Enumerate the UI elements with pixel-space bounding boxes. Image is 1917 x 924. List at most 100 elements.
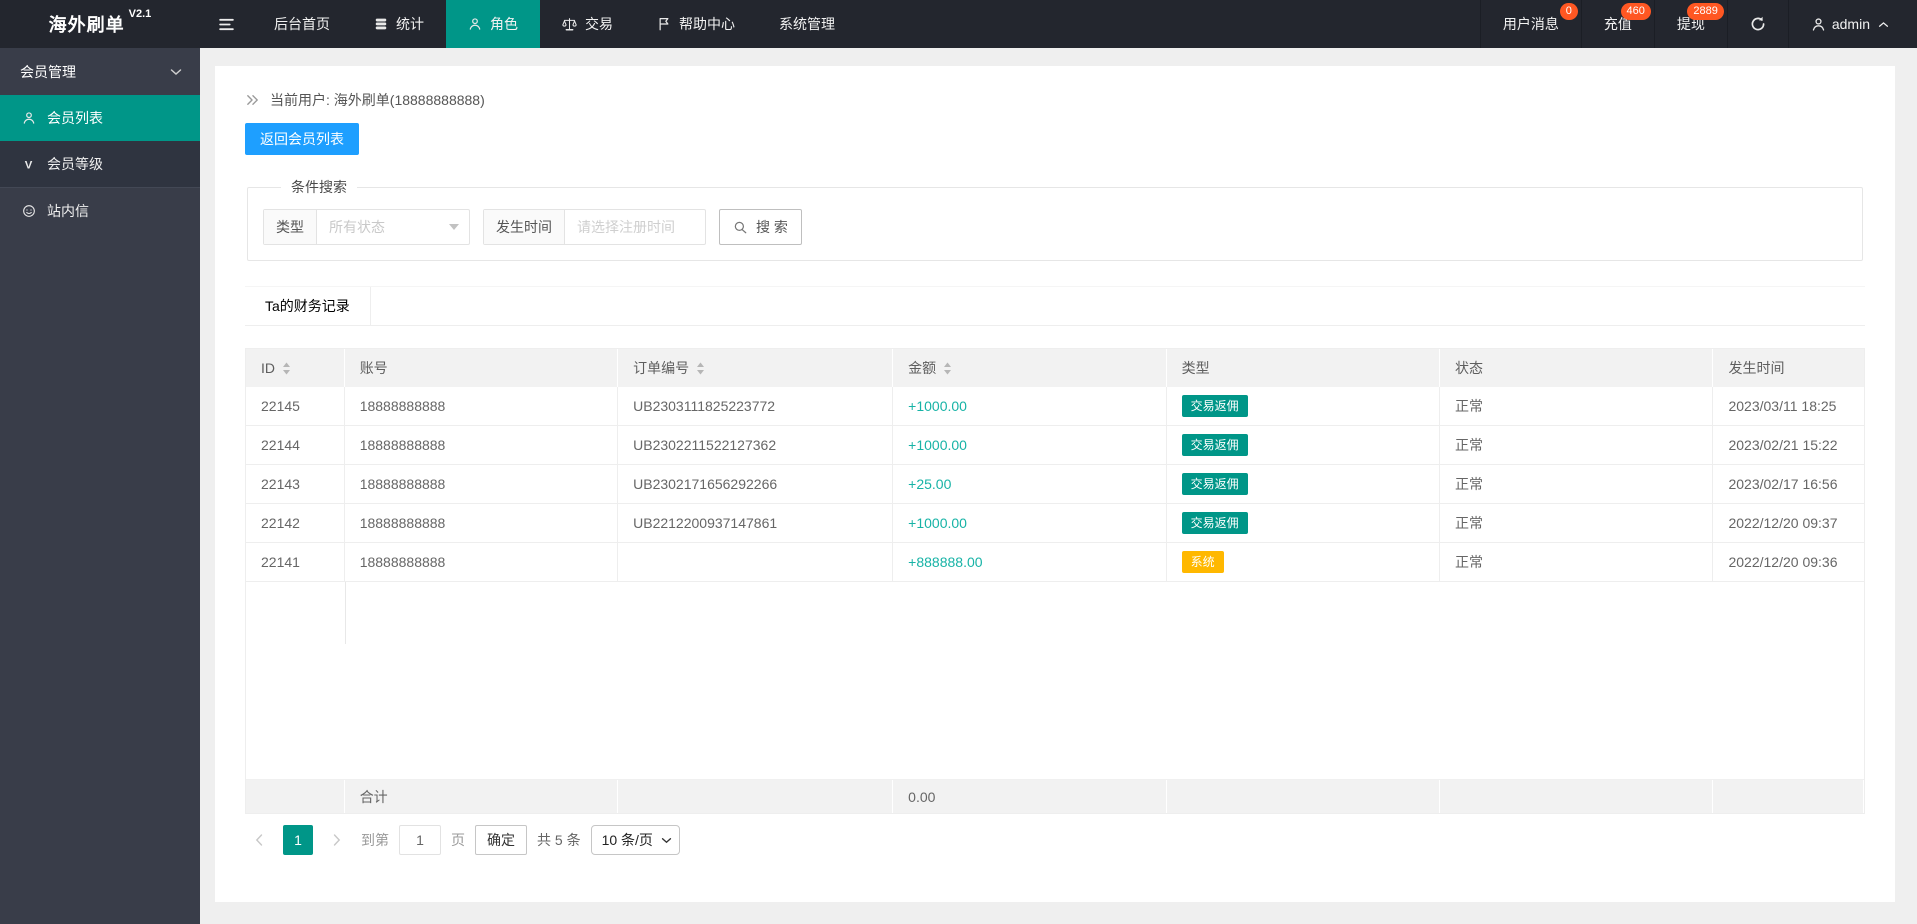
- time-filter-input[interactable]: [565, 210, 705, 244]
- topnav-items: 后台首页 统计 角色 交易 帮助中心 系统管理: [252, 0, 857, 48]
- topnav-right-item-用户消息[interactable]: 用户消息 0: [1479, 0, 1581, 48]
- content-card: 当前用户: 海外刷单(18888888888) 返回会员列表 条件搜索 类型 所…: [215, 66, 1895, 902]
- cell-amount: +1000.00: [893, 387, 1167, 425]
- time-filter-group: 发生时间: [483, 209, 706, 245]
- column-header-ID[interactable]: ID: [246, 349, 345, 387]
- cell-id: 22141: [246, 543, 345, 581]
- cell-time: 2022/12/20 09:37: [1728, 515, 1838, 531]
- cell-account: 18888888888: [345, 387, 619, 425]
- table-row: 22141 18888888888 +888888.00 系统 正常 2022/12/20…: [246, 543, 1864, 582]
- type-badge: 系统: [1181, 551, 1224, 573]
- column-header-金额[interactable]: 金额: [893, 349, 1167, 387]
- next-page-button[interactable]: [323, 825, 351, 855]
- total-count-label: 共 5 条: [537, 832, 581, 848]
- sidebar-item-label: 会员列表: [47, 110, 103, 126]
- topnav-right: 用户消息 0 充值 460 提现 2889 admin: [1479, 0, 1917, 48]
- svg-text:V: V: [25, 159, 33, 170]
- cell-type: 交易返佣: [1167, 504, 1441, 542]
- double-chevron-icon: [245, 94, 260, 106]
- cell-account: 18888888888: [345, 465, 619, 503]
- goto-page-input[interactable]: [399, 825, 441, 855]
- column-header-订单编号[interactable]: 订单编号: [618, 349, 894, 387]
- table-header: ID 账号 订单编号 金额 类型 状态 发生时间: [246, 349, 1864, 387]
- time-filter-label: 发生时间: [484, 210, 565, 244]
- cell-id: 22142: [246, 504, 345, 542]
- topnav-item-统计[interactable]: 统计: [352, 0, 446, 48]
- topnav-right-item-提现[interactable]: 提现 2889: [1653, 0, 1727, 48]
- topnav-item-角色[interactable]: 角色: [446, 0, 540, 48]
- topnav-right-item-充值[interactable]: 充值 460: [1580, 0, 1654, 48]
- chevron-down-icon: [661, 837, 672, 844]
- cell-order-no: [618, 543, 894, 581]
- cell-time: 2023/03/11 18:25: [1728, 398, 1837, 414]
- refresh-button[interactable]: [1726, 0, 1788, 48]
- cell-status: 正常: [1440, 543, 1714, 581]
- topnav-item-label: 统计: [396, 16, 424, 32]
- table-row: 22142 18888888888 UB2212200937147861 +1000.…: [246, 504, 1864, 543]
- sidebar-item-会员等级[interactable]: V 会员等级: [0, 141, 200, 187]
- topnav-item-label: 后台首页: [274, 16, 330, 32]
- topnav-item-系统管理[interactable]: 系统管理: [757, 0, 857, 48]
- cell-type: 交易返佣: [1167, 387, 1441, 425]
- menu-toggle-button[interactable]: [200, 0, 252, 48]
- prev-page-button[interactable]: [245, 825, 273, 855]
- column-header-label: 账号: [359, 360, 388, 376]
- sort-icon[interactable]: [696, 362, 705, 375]
- cell-order-no: UB2302171656292266: [618, 465, 894, 503]
- cell-type: 交易返佣: [1167, 426, 1441, 464]
- topnav-item-后台首页[interactable]: 后台首页: [252, 0, 352, 48]
- sort-icon[interactable]: [282, 362, 291, 375]
- type-badge: 交易返佣: [1181, 512, 1248, 534]
- cell-status: 正常: [1440, 504, 1714, 542]
- notification-badge: 0: [1559, 3, 1578, 20]
- search-legend: 条件搜索: [291, 179, 347, 195]
- page-size-value: 10 条/页: [601, 832, 653, 848]
- search-button[interactable]: 搜 索: [719, 209, 802, 245]
- type-badge: 交易返佣: [1181, 473, 1248, 495]
- type-filter-value: 所有状态: [329, 219, 385, 235]
- notification-badge: 460: [1620, 3, 1651, 20]
- cell-order-no: UB2303111825223772: [618, 387, 894, 425]
- column-header-发生时间: 发生时间: [1713, 349, 1863, 387]
- sidebar-item-站内信[interactable]: 站内信: [0, 187, 200, 233]
- current-page-button[interactable]: 1: [283, 825, 313, 855]
- sidebar-item-会员列表[interactable]: 会员列表: [0, 95, 200, 141]
- pagination: 1 到第 页 确定 共 5 条 10 条/页: [245, 824, 1865, 856]
- cell-status: 正常: [1440, 387, 1714, 425]
- financial-records-table: ID 账号 订单编号 金额 类型 状态 发生时间 22145 18888888888 UB230…: [245, 348, 1865, 814]
- user-menu[interactable]: admin: [1787, 0, 1917, 48]
- sort-icon[interactable]: [943, 362, 952, 375]
- topnav-item-帮助中心[interactable]: 帮助中心: [635, 0, 757, 48]
- cell-id: 22145: [246, 387, 345, 425]
- tab-financial-records[interactable]: Ta的财务记录: [245, 287, 371, 325]
- goto-suffix-label: 页: [451, 832, 465, 848]
- sidebar-group-member-management[interactable]: 会员管理: [0, 48, 200, 95]
- search-fieldset: 条件搜索 类型 所有状态 发生时间 请选择注册时间 搜 索: [247, 177, 1863, 261]
- back-to-member-list-button[interactable]: 返回会员列表: [245, 123, 359, 155]
- type-filter-select[interactable]: 所有状态: [317, 210, 469, 244]
- sidebar-group-label: 会员管理: [20, 63, 76, 80]
- v-icon: V: [21, 158, 36, 170]
- cell-amount: +1000.00: [893, 504, 1167, 542]
- total-label: 合计: [344, 780, 619, 813]
- total-amount: 0.00: [893, 780, 1167, 813]
- column-header-label: 发生时间: [1728, 360, 1785, 376]
- topnav-item-label: 帮助中心: [679, 16, 735, 32]
- topnav-item-label: 交易: [585, 16, 613, 32]
- top-bar: 海外刷单 V2.1 后台首页 统计 角色 交易 帮助中心 系统管理 用户消息 0 充值 460 提…: [0, 0, 1917, 48]
- breadcrumb-text: 当前用户: 海外刷单(18888888888): [270, 92, 485, 108]
- cell-time: 2023/02/21 15:22: [1728, 437, 1838, 453]
- cell-account: 18888888888: [345, 426, 619, 464]
- menu-icon: [218, 16, 235, 33]
- refresh-icon: [1750, 16, 1766, 32]
- cell-time: 2022/12/20 09:36: [1728, 554, 1838, 570]
- type-badge: 交易返佣: [1181, 434, 1248, 456]
- person-icon: [21, 111, 36, 125]
- goto-confirm-button[interactable]: 确定: [475, 825, 527, 855]
- cell-type: 系统: [1167, 543, 1441, 581]
- triangle-down-icon: [449, 224, 459, 230]
- page-size-select[interactable]: 10 条/页: [590, 825, 680, 855]
- cell-amount: +25.00: [893, 465, 1167, 503]
- topnav-item-交易[interactable]: 交易: [540, 0, 635, 48]
- chevron-down-icon: [170, 68, 182, 76]
